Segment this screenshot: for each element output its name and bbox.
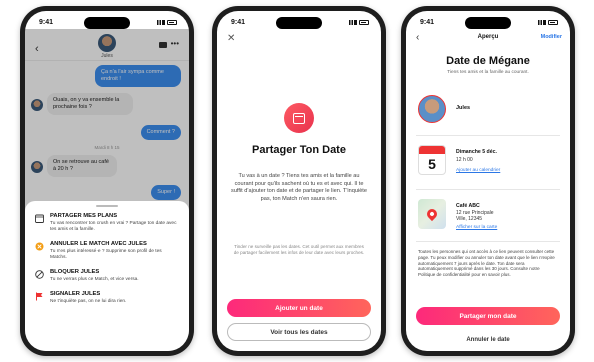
battery-icon — [167, 19, 177, 25]
status-time: 9:41 — [231, 18, 246, 26]
add-date-button[interactable]: Ajouter un date — [227, 299, 371, 317]
option-desc: Tu vas rencontrer ton crush en vrai ? Pa… — [50, 221, 177, 232]
option-desc: Tu ne verras plus ce Match, et vice vers… — [50, 277, 139, 282]
flag-icon — [35, 292, 44, 301]
match-name: Jules — [456, 105, 471, 111]
share-date-button[interactable]: Partager mon date — [416, 307, 560, 325]
place-name: Café ABC — [456, 203, 480, 209]
calendar-icon: 5 — [418, 145, 446, 175]
phone-share-date: 9:41 ✕ Partager Ton Date Tu vas à un dat… — [212, 6, 386, 356]
calendar-icon — [35, 214, 44, 223]
edit-button[interactable]: Modifier — [541, 34, 562, 40]
close-icon[interactable]: ✕ — [227, 33, 235, 44]
privacy-note: Toutes les personnes qui ont accès à ce … — [418, 249, 555, 278]
map-thumbnail[interactable] — [418, 199, 446, 229]
dynamic-island — [276, 17, 322, 29]
cancel-date-link[interactable]: Annuler le date — [406, 337, 570, 343]
calendar-day: 5 — [428, 156, 436, 172]
share-date-icon — [284, 103, 314, 133]
match-icon — [35, 242, 44, 251]
preview-screen: 9:41 ‹ Aperçu Modifier Date de Mégane Ti… — [406, 11, 570, 351]
chat-screen: 9:41 ‹ Jules ••• Ça n'a l'air sympa comm… — [25, 11, 189, 351]
share-screen: 9:41 ✕ Partager Ton Date Tu vas à un dat… — [217, 11, 381, 351]
add-to-calendar-link[interactable]: Ajouter au calendrier — [456, 168, 500, 173]
page-subtitle: Tiens tes amis et la famille au courant. — [447, 70, 529, 75]
place-city: Ville, 12345 — [456, 216, 483, 222]
block-icon — [35, 270, 44, 279]
option-title: BLOQUER JULES — [50, 269, 100, 275]
option-share-plans[interactable]: PARTAGER MES PLANS Tu vas rencontrer ton … — [35, 213, 179, 233]
battery-icon — [359, 19, 369, 25]
show-on-map-link[interactable]: Afficher sur la carte — [456, 225, 497, 230]
battery-icon — [548, 19, 558, 25]
option-title: ANNULER LE MATCH AVEC JULES — [50, 241, 147, 247]
dynamic-island — [84, 17, 130, 29]
option-desc: Ne t'inquiète pas, on ne lui dira rien. — [50, 299, 127, 304]
option-desc: Tu n'es plus intéressé·e ? Supprime son … — [50, 249, 162, 260]
signal-icon — [538, 19, 546, 25]
map-pin-icon — [424, 206, 440, 222]
dynamic-island — [465, 17, 511, 29]
event-date: Dimanche 5 déc. — [456, 149, 497, 155]
divider — [416, 189, 560, 190]
description: Tu vas à un date ? Tiens tes amis et la … — [231, 173, 367, 202]
status-time: 9:41 — [39, 18, 54, 26]
option-unmatch[interactable]: ANNULER LE MATCH AVEC JULES Tu n'es plus … — [35, 241, 179, 261]
phone-date-preview: 9:41 ‹ Aperçu Modifier Date de Mégane Ti… — [401, 6, 575, 356]
page-title: Date de Mégane — [446, 55, 530, 67]
signal-icon — [349, 19, 357, 25]
view-all-dates-button[interactable]: Voir tous les dates — [227, 323, 371, 341]
phone-chat: 9:41 ‹ Jules ••• Ça n'a l'air sympa comm… — [20, 6, 194, 356]
option-report[interactable]: SIGNALER JULES Ne t'inquiète pas, on ne l… — [35, 291, 179, 305]
sheet-handle[interactable] — [96, 205, 118, 207]
avatar — [418, 95, 446, 123]
option-title: SIGNALER JULES — [50, 291, 101, 297]
divider — [416, 241, 560, 242]
page-title: Partager Ton Date — [252, 144, 346, 156]
option-title: PARTAGER MES PLANS — [50, 213, 118, 219]
signal-icon — [157, 19, 165, 25]
status-time: 9:41 — [420, 18, 435, 26]
divider — [416, 135, 560, 136]
event-time: 12 h 00 — [456, 157, 473, 163]
preview-header: ‹ Aperçu Modifier — [406, 29, 570, 47]
disclaimer: Tinder ne surveille pas les dates. Cet o… — [233, 244, 365, 255]
action-sheet: PARTAGER MES PLANS Tu vas rencontrer ton … — [25, 201, 189, 351]
option-block[interactable]: BLOQUER JULES Tu ne verras plus ce Match,… — [35, 269, 179, 283]
